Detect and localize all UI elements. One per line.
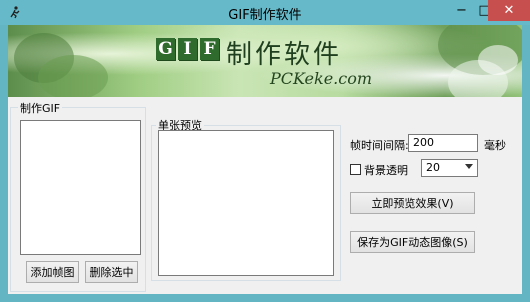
interval-label: 帧时间间隔:	[350, 139, 409, 152]
frame-list[interactable]	[20, 120, 141, 255]
close-button[interactable]: ✕	[488, 0, 530, 21]
transparent-checkbox[interactable]	[350, 164, 361, 175]
leaf-decoration	[38, 55, 108, 97]
interval-unit: 毫秒	[484, 139, 506, 152]
transparent-select[interactable]: 20	[421, 159, 478, 177]
flower-decoration	[478, 45, 518, 75]
logo-letter: G	[156, 38, 175, 60]
logo-letter: I	[178, 38, 197, 60]
logo-url: PCKeke.com	[270, 69, 373, 88]
main-panel: 制作GIF 添加帧图 删除选中 单张预览 帧时间间隔: 200 毫秒 背景透明 …	[8, 97, 522, 294]
make-gif-label: 制作GIF	[18, 100, 63, 116]
banner: G I F 制作软件 PCKeke.com	[8, 25, 522, 97]
add-frame-button[interactable]: 添加帧图	[26, 261, 79, 283]
preview-effect-button[interactable]: 立即预览效果(V)	[350, 192, 475, 214]
transparent-label: 背景透明	[364, 164, 408, 177]
title-bar[interactable]: GIF制作软件 − □ ✕	[0, 0, 530, 25]
delete-selected-button[interactable]: 删除选中	[85, 261, 138, 283]
preview-area	[158, 130, 334, 276]
chevron-down-icon	[465, 164, 473, 169]
logo-text: 制作软件	[226, 40, 343, 70]
interval-input[interactable]: 200	[408, 134, 478, 152]
logo-letter: F	[200, 38, 219, 60]
save-gif-button[interactable]: 保存为GIF动态图像(S)	[350, 231, 475, 253]
app-window: GIF制作软件 − □ ✕ G I F 制作软件 PCKeke.com 制作GI…	[0, 0, 530, 302]
transparent-value: 20	[426, 161, 440, 174]
